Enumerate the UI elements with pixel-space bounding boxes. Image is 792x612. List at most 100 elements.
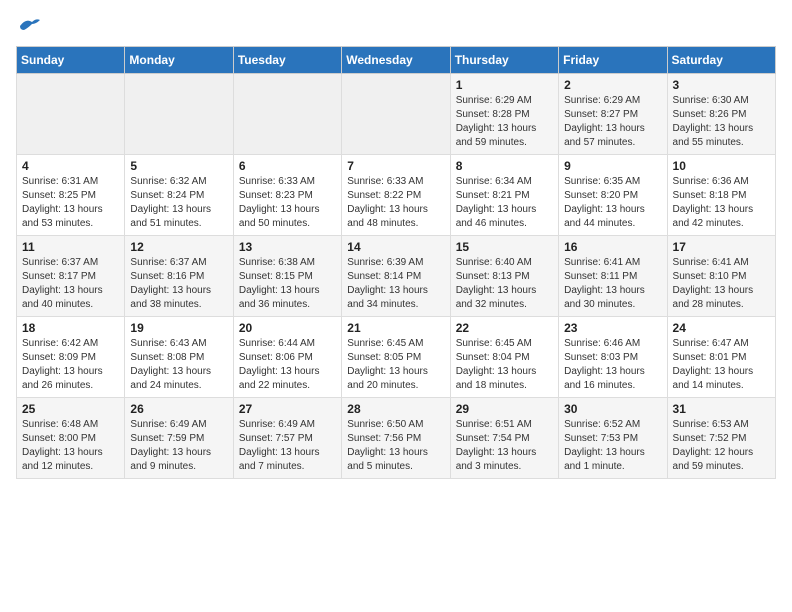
- day-content: Sunrise: 6:48 AM Sunset: 8:00 PM Dayligh…: [22, 418, 119, 474]
- day-content: Sunrise: 6:33 AM Sunset: 8:23 PM Dayligh…: [239, 175, 336, 231]
- calendar-cell: [17, 74, 125, 155]
- day-number: 11: [22, 240, 119, 254]
- day-number: 21: [347, 321, 444, 335]
- calendar-cell: 31 Sunrise: 6:53 AM Sunset: 7:52 PM Dayli…: [667, 398, 775, 479]
- calendar-cell: 9Sunrise: 6:35 AM Sunset: 8:20 PM Daylig…: [559, 155, 667, 236]
- calendar-cell: 3 Sunrise: 6:30 AM Sunset: 8:26 PM Daylig…: [667, 74, 775, 155]
- column-header-thursday: Thursday: [450, 47, 558, 74]
- day-content: Sunrise: 6:30 AM Sunset: 8:26 PM Dayligh…: [673, 94, 770, 150]
- day-number: 12: [130, 240, 227, 254]
- day-number: 7: [347, 159, 444, 173]
- calendar-cell: [125, 74, 233, 155]
- calendar-cell: 7 Sunrise: 6:33 AM Sunset: 8:22 PM Daylig…: [342, 155, 450, 236]
- day-content: Sunrise: 6:40 AM Sunset: 8:13 PM Dayligh…: [456, 256, 553, 312]
- calendar-cell: [233, 74, 341, 155]
- calendar-cell: 13 Sunrise: 6:38 AM Sunset: 8:15 PM Dayli…: [233, 236, 341, 317]
- day-number: 3: [673, 78, 770, 92]
- calendar-cell: 6 Sunrise: 6:33 AM Sunset: 8:23 PM Daylig…: [233, 155, 341, 236]
- day-content: Sunrise: 6:44 AM Sunset: 8:06 PM Dayligh…: [239, 337, 336, 393]
- day-number: 25: [22, 402, 119, 416]
- day-number: 31: [673, 402, 770, 416]
- calendar-cell: 26 Sunrise: 6:49 AM Sunset: 7:59 PM Dayli…: [125, 398, 233, 479]
- calendar-cell: 25 Sunrise: 6:48 AM Sunset: 8:00 PM Dayli…: [17, 398, 125, 479]
- calendar-cell: 19 Sunrise: 6:43 AM Sunset: 8:08 PM Dayli…: [125, 317, 233, 398]
- day-number: 5: [130, 159, 227, 173]
- day-number: 8: [456, 159, 553, 173]
- calendar-week-row: 4Sunrise: 6:31 AM Sunset: 8:25 PM Daylig…: [17, 155, 776, 236]
- day-number: 18: [22, 321, 119, 335]
- calendar-table: SundayMondayTuesdayWednesdayThursdayFrid…: [16, 46, 776, 479]
- column-header-saturday: Saturday: [667, 47, 775, 74]
- calendar-cell: 27 Sunrise: 6:49 AM Sunset: 7:57 PM Dayli…: [233, 398, 341, 479]
- logo-bird-icon: [18, 16, 42, 36]
- day-content: Sunrise: 6:45 AM Sunset: 8:04 PM Dayligh…: [456, 337, 553, 393]
- day-number: 13: [239, 240, 336, 254]
- calendar-cell: 17 Sunrise: 6:41 AM Sunset: 8:10 PM Dayli…: [667, 236, 775, 317]
- calendar-cell: 8 Sunrise: 6:34 AM Sunset: 8:21 PM Daylig…: [450, 155, 558, 236]
- day-content: Sunrise: 6:35 AM Sunset: 8:20 PM Dayligh…: [564, 175, 661, 231]
- day-content: Sunrise: 6:29 AM Sunset: 8:27 PM Dayligh…: [564, 94, 661, 150]
- day-content: Sunrise: 6:39 AM Sunset: 8:14 PM Dayligh…: [347, 256, 444, 312]
- day-content: Sunrise: 6:36 AM Sunset: 8:18 PM Dayligh…: [673, 175, 770, 231]
- day-number: 19: [130, 321, 227, 335]
- calendar-cell: 15 Sunrise: 6:40 AM Sunset: 8:13 PM Dayli…: [450, 236, 558, 317]
- calendar-week-row: 18 Sunrise: 6:42 AM Sunset: 8:09 PM Dayli…: [17, 317, 776, 398]
- day-content: Sunrise: 6:43 AM Sunset: 8:08 PM Dayligh…: [130, 337, 227, 393]
- day-number: 27: [239, 402, 336, 416]
- calendar-cell: 21 Sunrise: 6:45 AM Sunset: 8:05 PM Dayli…: [342, 317, 450, 398]
- day-number: 17: [673, 240, 770, 254]
- day-content: Sunrise: 6:29 AM Sunset: 8:28 PM Dayligh…: [456, 94, 553, 150]
- day-number: 2: [564, 78, 661, 92]
- logo: [16, 16, 42, 36]
- calendar-cell: 12 Sunrise: 6:37 AM Sunset: 8:16 PM Dayli…: [125, 236, 233, 317]
- day-number: 14: [347, 240, 444, 254]
- day-number: 10: [673, 159, 770, 173]
- day-number: 28: [347, 402, 444, 416]
- day-number: 4: [22, 159, 119, 173]
- column-header-wednesday: Wednesday: [342, 47, 450, 74]
- day-number: 30: [564, 402, 661, 416]
- day-content: Sunrise: 6:50 AM Sunset: 7:56 PM Dayligh…: [347, 418, 444, 474]
- day-content: Sunrise: 6:53 AM Sunset: 7:52 PM Dayligh…: [673, 418, 770, 474]
- day-content: Sunrise: 6:42 AM Sunset: 8:09 PM Dayligh…: [22, 337, 119, 393]
- calendar-cell: 16 Sunrise: 6:41 AM Sunset: 8:11 PM Dayli…: [559, 236, 667, 317]
- day-number: 23: [564, 321, 661, 335]
- calendar-cell: 29Sunrise: 6:51 AM Sunset: 7:54 PM Dayli…: [450, 398, 558, 479]
- day-number: 1: [456, 78, 553, 92]
- calendar-cell: 20Sunrise: 6:44 AM Sunset: 8:06 PM Dayli…: [233, 317, 341, 398]
- day-content: Sunrise: 6:38 AM Sunset: 8:15 PM Dayligh…: [239, 256, 336, 312]
- day-number: 29: [456, 402, 553, 416]
- calendar-cell: 2 Sunrise: 6:29 AM Sunset: 8:27 PM Daylig…: [559, 74, 667, 155]
- page-header: [16, 16, 776, 36]
- day-content: Sunrise: 6:41 AM Sunset: 8:11 PM Dayligh…: [564, 256, 661, 312]
- day-number: 26: [130, 402, 227, 416]
- calendar-cell: 14 Sunrise: 6:39 AM Sunset: 8:14 PM Dayli…: [342, 236, 450, 317]
- day-content: Sunrise: 6:45 AM Sunset: 8:05 PM Dayligh…: [347, 337, 444, 393]
- day-content: Sunrise: 6:49 AM Sunset: 7:59 PM Dayligh…: [130, 418, 227, 474]
- day-number: 24: [673, 321, 770, 335]
- day-content: Sunrise: 6:37 AM Sunset: 8:17 PM Dayligh…: [22, 256, 119, 312]
- calendar-header-row: SundayMondayTuesdayWednesdayThursdayFrid…: [17, 47, 776, 74]
- day-content: Sunrise: 6:34 AM Sunset: 8:21 PM Dayligh…: [456, 175, 553, 231]
- calendar-cell: 18 Sunrise: 6:42 AM Sunset: 8:09 PM Dayli…: [17, 317, 125, 398]
- day-content: Sunrise: 6:46 AM Sunset: 8:03 PM Dayligh…: [564, 337, 661, 393]
- day-content: Sunrise: 6:32 AM Sunset: 8:24 PM Dayligh…: [130, 175, 227, 231]
- calendar-cell: 22Sunrise: 6:45 AM Sunset: 8:04 PM Dayli…: [450, 317, 558, 398]
- calendar-cell: 30Sunrise: 6:52 AM Sunset: 7:53 PM Dayli…: [559, 398, 667, 479]
- day-number: 15: [456, 240, 553, 254]
- day-content: Sunrise: 6:41 AM Sunset: 8:10 PM Dayligh…: [673, 256, 770, 312]
- day-number: 16: [564, 240, 661, 254]
- calendar-week-row: 25 Sunrise: 6:48 AM Sunset: 8:00 PM Dayli…: [17, 398, 776, 479]
- day-content: Sunrise: 6:33 AM Sunset: 8:22 PM Dayligh…: [347, 175, 444, 231]
- calendar-cell: 5 Sunrise: 6:32 AM Sunset: 8:24 PM Daylig…: [125, 155, 233, 236]
- calendar-cell: 10 Sunrise: 6:36 AM Sunset: 8:18 PM Dayli…: [667, 155, 775, 236]
- day-content: Sunrise: 6:47 AM Sunset: 8:01 PM Dayligh…: [673, 337, 770, 393]
- calendar-cell: 23 Sunrise: 6:46 AM Sunset: 8:03 PM Dayli…: [559, 317, 667, 398]
- column-header-monday: Monday: [125, 47, 233, 74]
- calendar-cell: 1 Sunrise: 6:29 AM Sunset: 8:28 PM Daylig…: [450, 74, 558, 155]
- day-content: Sunrise: 6:37 AM Sunset: 8:16 PM Dayligh…: [130, 256, 227, 312]
- column-header-sunday: Sunday: [17, 47, 125, 74]
- calendar-cell: [342, 74, 450, 155]
- day-number: 6: [239, 159, 336, 173]
- day-content: Sunrise: 6:49 AM Sunset: 7:57 PM Dayligh…: [239, 418, 336, 474]
